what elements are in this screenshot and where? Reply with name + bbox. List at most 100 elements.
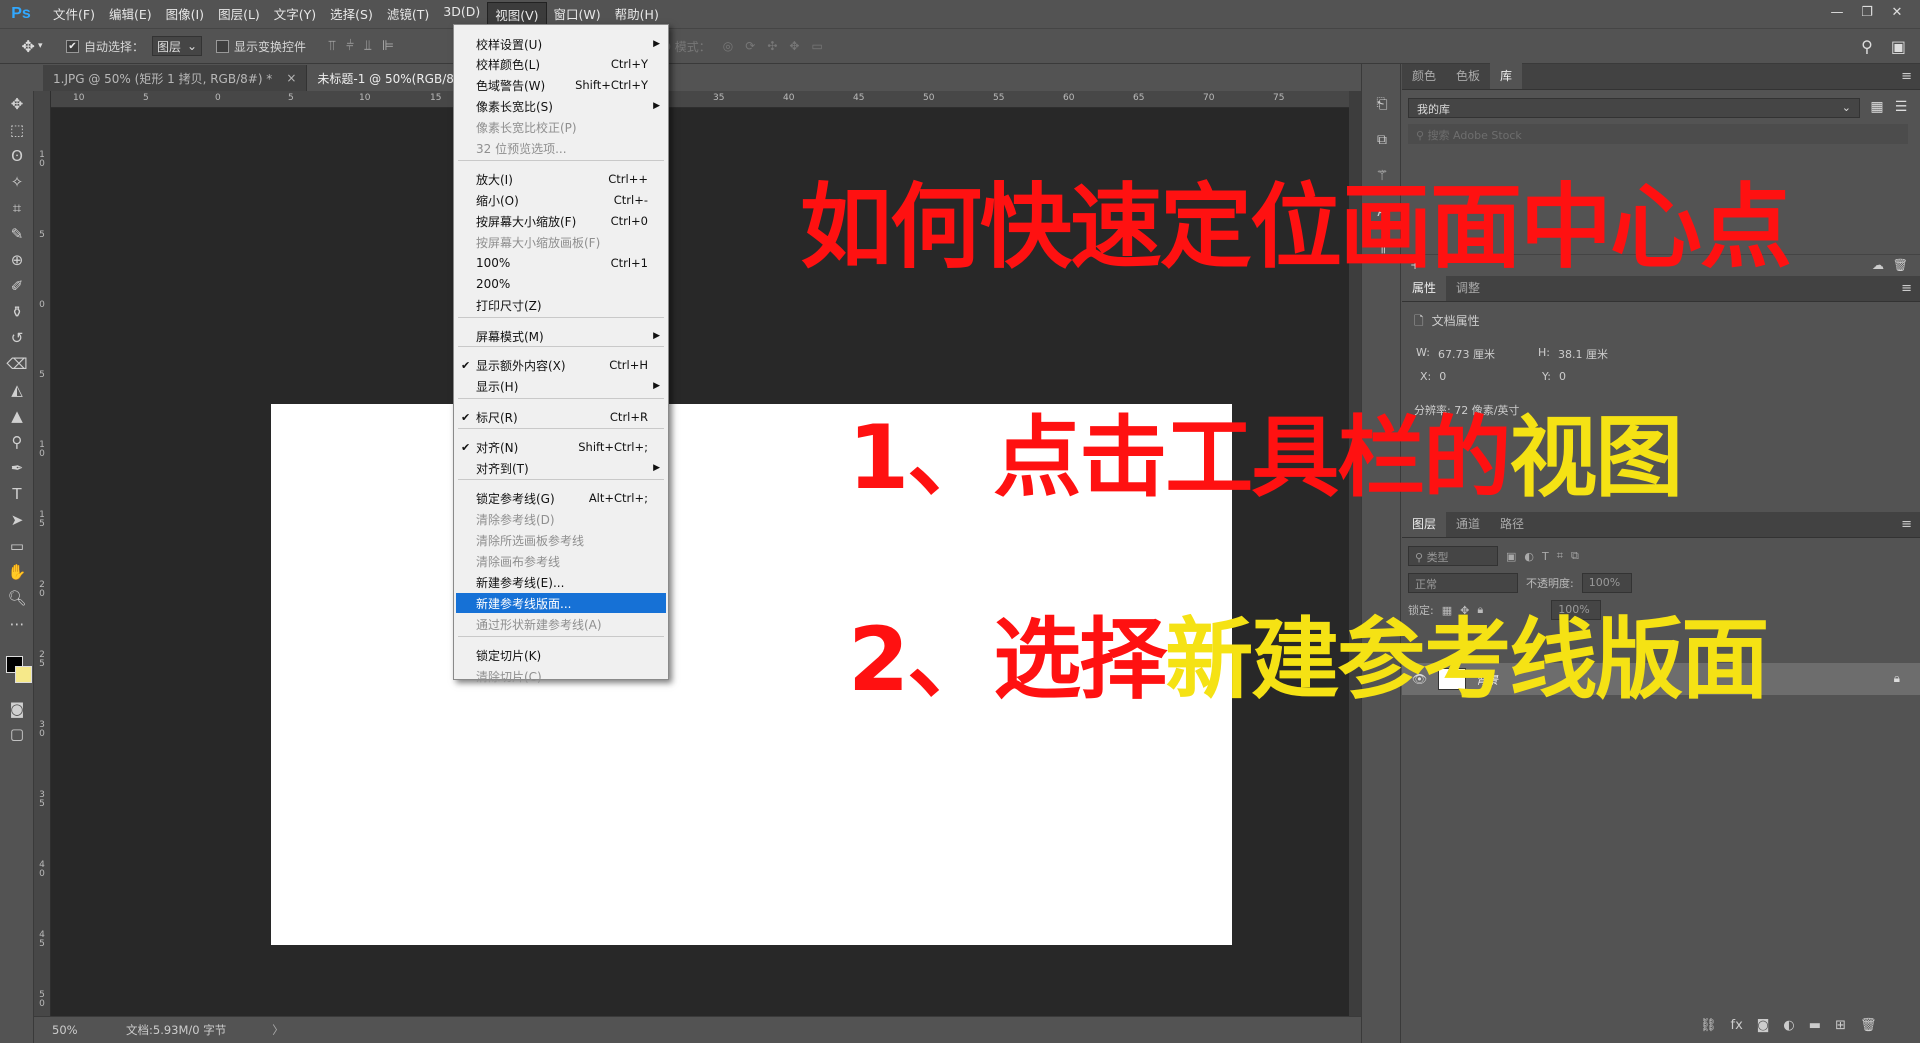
menu-item[interactable]: 窗口(W) — [547, 2, 608, 27]
orbit-3d-icon[interactable]: ◎ — [723, 39, 733, 53]
move-tool-icon[interactable]: ✥ — [0, 91, 34, 117]
panel-menu-icon[interactable]: ≡ — [1901, 281, 1912, 296]
list-view-icon[interactable]: ☰ — [1892, 98, 1910, 116]
show-transform-checkbox[interactable] — [216, 39, 230, 53]
history-icon[interactable]: ⎗ — [1362, 86, 1402, 122]
filter-shape-icon[interactable]: ⌗ — [1557, 549, 1563, 563]
brush-tool-icon[interactable]: ✐ — [0, 273, 34, 299]
history-brush-icon[interactable]: ↺ — [0, 325, 34, 351]
menu-item[interactable]: 滤镜(T) — [380, 2, 436, 27]
align-left-icon[interactable]: ⊫ — [382, 38, 394, 54]
view-menu-item[interactable]: 放大(I) Ctrl++ — [456, 169, 666, 189]
workspace-icon[interactable]: ▣ — [1891, 37, 1906, 56]
cloud-icon[interactable]: ☁ — [1872, 258, 1884, 272]
tab-library[interactable]: 库 — [1490, 62, 1523, 89]
roll-3d-icon[interactable]: ⟳ — [745, 39, 755, 53]
menu-item[interactable]: 图像(I) — [159, 2, 211, 27]
trash-icon[interactable]: 🗑︎ — [1893, 258, 1908, 272]
adjustment-layer-icon[interactable]: ◐ — [1783, 1018, 1794, 1033]
view-menu-item[interactable]: ✔ 显示额外内容(X) Ctrl+H — [456, 355, 666, 375]
stock-search-input[interactable]: ⚲ 搜索 Adobe Stock — [1408, 124, 1908, 144]
view-menu-item[interactable]: 缩小(O) Ctrl+- — [456, 190, 666, 210]
blur-tool-icon[interactable]: ▲ — [0, 403, 34, 429]
filter-type-icon[interactable]: T — [1542, 550, 1549, 563]
pan-3d-icon[interactable]: ✣ — [767, 39, 777, 53]
view-menu-item[interactable]: 校样颜色(L) Ctrl+Y — [456, 54, 666, 74]
search-icon[interactable]: ⚲ — [1861, 37, 1873, 56]
menu-item[interactable]: 选择(S) — [323, 2, 380, 27]
menu-item[interactable]: 编辑(E) — [102, 2, 159, 27]
filter-pixel-icon[interactable]: ▣ — [1506, 550, 1516, 563]
tab-layers[interactable]: 图层 — [1402, 510, 1447, 537]
view-menu-item[interactable]: ✔ 标尺(R) Ctrl+R — [456, 407, 666, 427]
quick-mask-icon[interactable]: ◙ — [0, 696, 34, 722]
background-color[interactable] — [15, 666, 32, 683]
link-layers-icon[interactable]: ⛓ — [1700, 1018, 1717, 1033]
lasso-tool-icon[interactable]: ʘ — [0, 143, 34, 169]
x-field[interactable]: X: 0 — [1420, 370, 1446, 383]
menu-item[interactable]: 图层(L) — [211, 2, 267, 27]
x-value[interactable]: 0 — [1439, 370, 1446, 383]
layer-filter-select[interactable]: ⚲ 类型 — [1408, 546, 1498, 566]
library-select[interactable]: 我的库 ⌄ — [1408, 98, 1860, 118]
restore-button[interactable]: ❐ — [1854, 3, 1880, 21]
tab-channels[interactable]: 通道 — [1446, 510, 1490, 537]
add-mask-icon[interactable]: ◙ — [1757, 1018, 1770, 1033]
width-field[interactable]: W: 67.73 厘米 — [1416, 346, 1495, 362]
view-menu-item[interactable]: 像素长宽比(S) ▶ — [456, 96, 666, 116]
healing-brush-icon[interactable]: ⊕ — [0, 247, 34, 273]
eraser-icon[interactable]: ⌫ — [0, 351, 34, 377]
minimize-button[interactable]: — — [1824, 3, 1850, 21]
menu-item[interactable]: 文件(F) — [46, 2, 102, 27]
new-group-icon[interactable]: ▬ — [1809, 1018, 1821, 1033]
auto-select-checkbox[interactable]: ✔ — [66, 39, 79, 53]
view-menu-item[interactable]: 打印尺寸(Z) — [456, 295, 666, 315]
view-menu-item[interactable]: 对齐到(T) ▶ — [456, 458, 666, 478]
filter-smart-icon[interactable]: ⧉ — [1571, 549, 1579, 563]
view-menu-item[interactable]: 色域警告(W) Shift+Ctrl+Y — [456, 75, 666, 95]
slide-3d-icon[interactable]: ✥ — [789, 39, 799, 53]
new-layer-icon[interactable]: ⊞ — [1835, 1018, 1846, 1033]
view-menu-item[interactable]: 按屏幕大小缩放(F) Ctrl+0 — [456, 211, 666, 231]
move-tool-icon[interactable]: ✥ ▾ — [12, 32, 52, 60]
clone-stamp-icon[interactable]: ⚱ — [0, 299, 34, 325]
menu-item[interactable]: 帮助(H) — [608, 2, 666, 27]
path-selection-icon[interactable]: ➤ — [0, 507, 34, 533]
view-menu-item[interactable]: 100% Ctrl+1 — [456, 253, 666, 273]
crop-tool-icon[interactable]: ⌗ — [0, 195, 34, 221]
magic-wand-icon[interactable]: ✧ — [0, 169, 34, 195]
color-swatches[interactable] — [6, 656, 32, 686]
zoom-level[interactable]: 50% — [34, 1023, 94, 1037]
filter-adjustment-icon[interactable]: ◐ — [1524, 550, 1534, 563]
marquee-tool-icon[interactable]: ⬚ — [0, 117, 34, 143]
trash-icon[interactable]: 🗑︎ — [1860, 1018, 1877, 1033]
view-menu-item[interactable]: ✔ 对齐(N) Shift+Ctrl+; — [456, 437, 666, 457]
y-value[interactable]: 0 — [1559, 370, 1566, 383]
width-value[interactable]: 67.73 厘米 — [1438, 346, 1495, 362]
menu-item[interactable]: 文字(Y) — [267, 2, 323, 27]
ruler-horizontal[interactable]: 10 5 0 5 10 15 35 40 45 50 55 60 65 70 75 — [43, 91, 1349, 108]
blend-mode-select[interactable]: 正常 — [1408, 573, 1518, 593]
zoom-tool-icon[interactable]: 🔍︎ — [0, 585, 34, 611]
menu-item[interactable]: 视图(V) — [487, 1, 547, 27]
type-tool-icon[interactable]: T — [0, 481, 34, 507]
paint-bucket-icon[interactable]: ◭ — [0, 377, 34, 403]
screen-mode-icon[interactable]: ▢ — [0, 721, 34, 747]
eyedropper-icon[interactable]: ✎ — [0, 221, 34, 247]
dodge-tool-icon[interactable]: ⚲ — [0, 429, 34, 455]
fx-icon[interactable]: fx — [1731, 1018, 1743, 1033]
auto-select-dropdown[interactable]: 图层 ⌄ — [152, 36, 203, 56]
view-menu-item[interactable]: 新建参考线(E)... — [456, 572, 666, 592]
status-menu-arrow[interactable]: 〉 — [272, 1022, 284, 1038]
hand-tool-icon[interactable]: ✋ — [0, 559, 34, 585]
ruler-vertical[interactable]: 1 0 5 0 5 1 0 1 5 2 0 2 5 3 0 3 5 4 0 4 5 5 0 — [34, 91, 51, 1016]
pen-tool-icon[interactable]: ✒ — [0, 455, 34, 481]
view-menu-item[interactable]: 校样设置(U) ▶ — [456, 34, 666, 54]
scale-3d-icon[interactable]: ▭ — [811, 39, 822, 53]
y-field[interactable]: Y: 0 — [1542, 370, 1566, 383]
panel-menu-icon[interactable]: ≡ — [1901, 69, 1912, 84]
tab-document-1[interactable]: 1.JPG @ 50% (矩形 1 拷贝, RGB/8#) * × — [43, 65, 308, 91]
close-button[interactable]: ✕ — [1884, 3, 1910, 21]
view-menu-item[interactable]: 显示(H) ▶ — [456, 376, 666, 396]
view-menu-item[interactable]: 新建参考线版面... — [456, 593, 666, 613]
